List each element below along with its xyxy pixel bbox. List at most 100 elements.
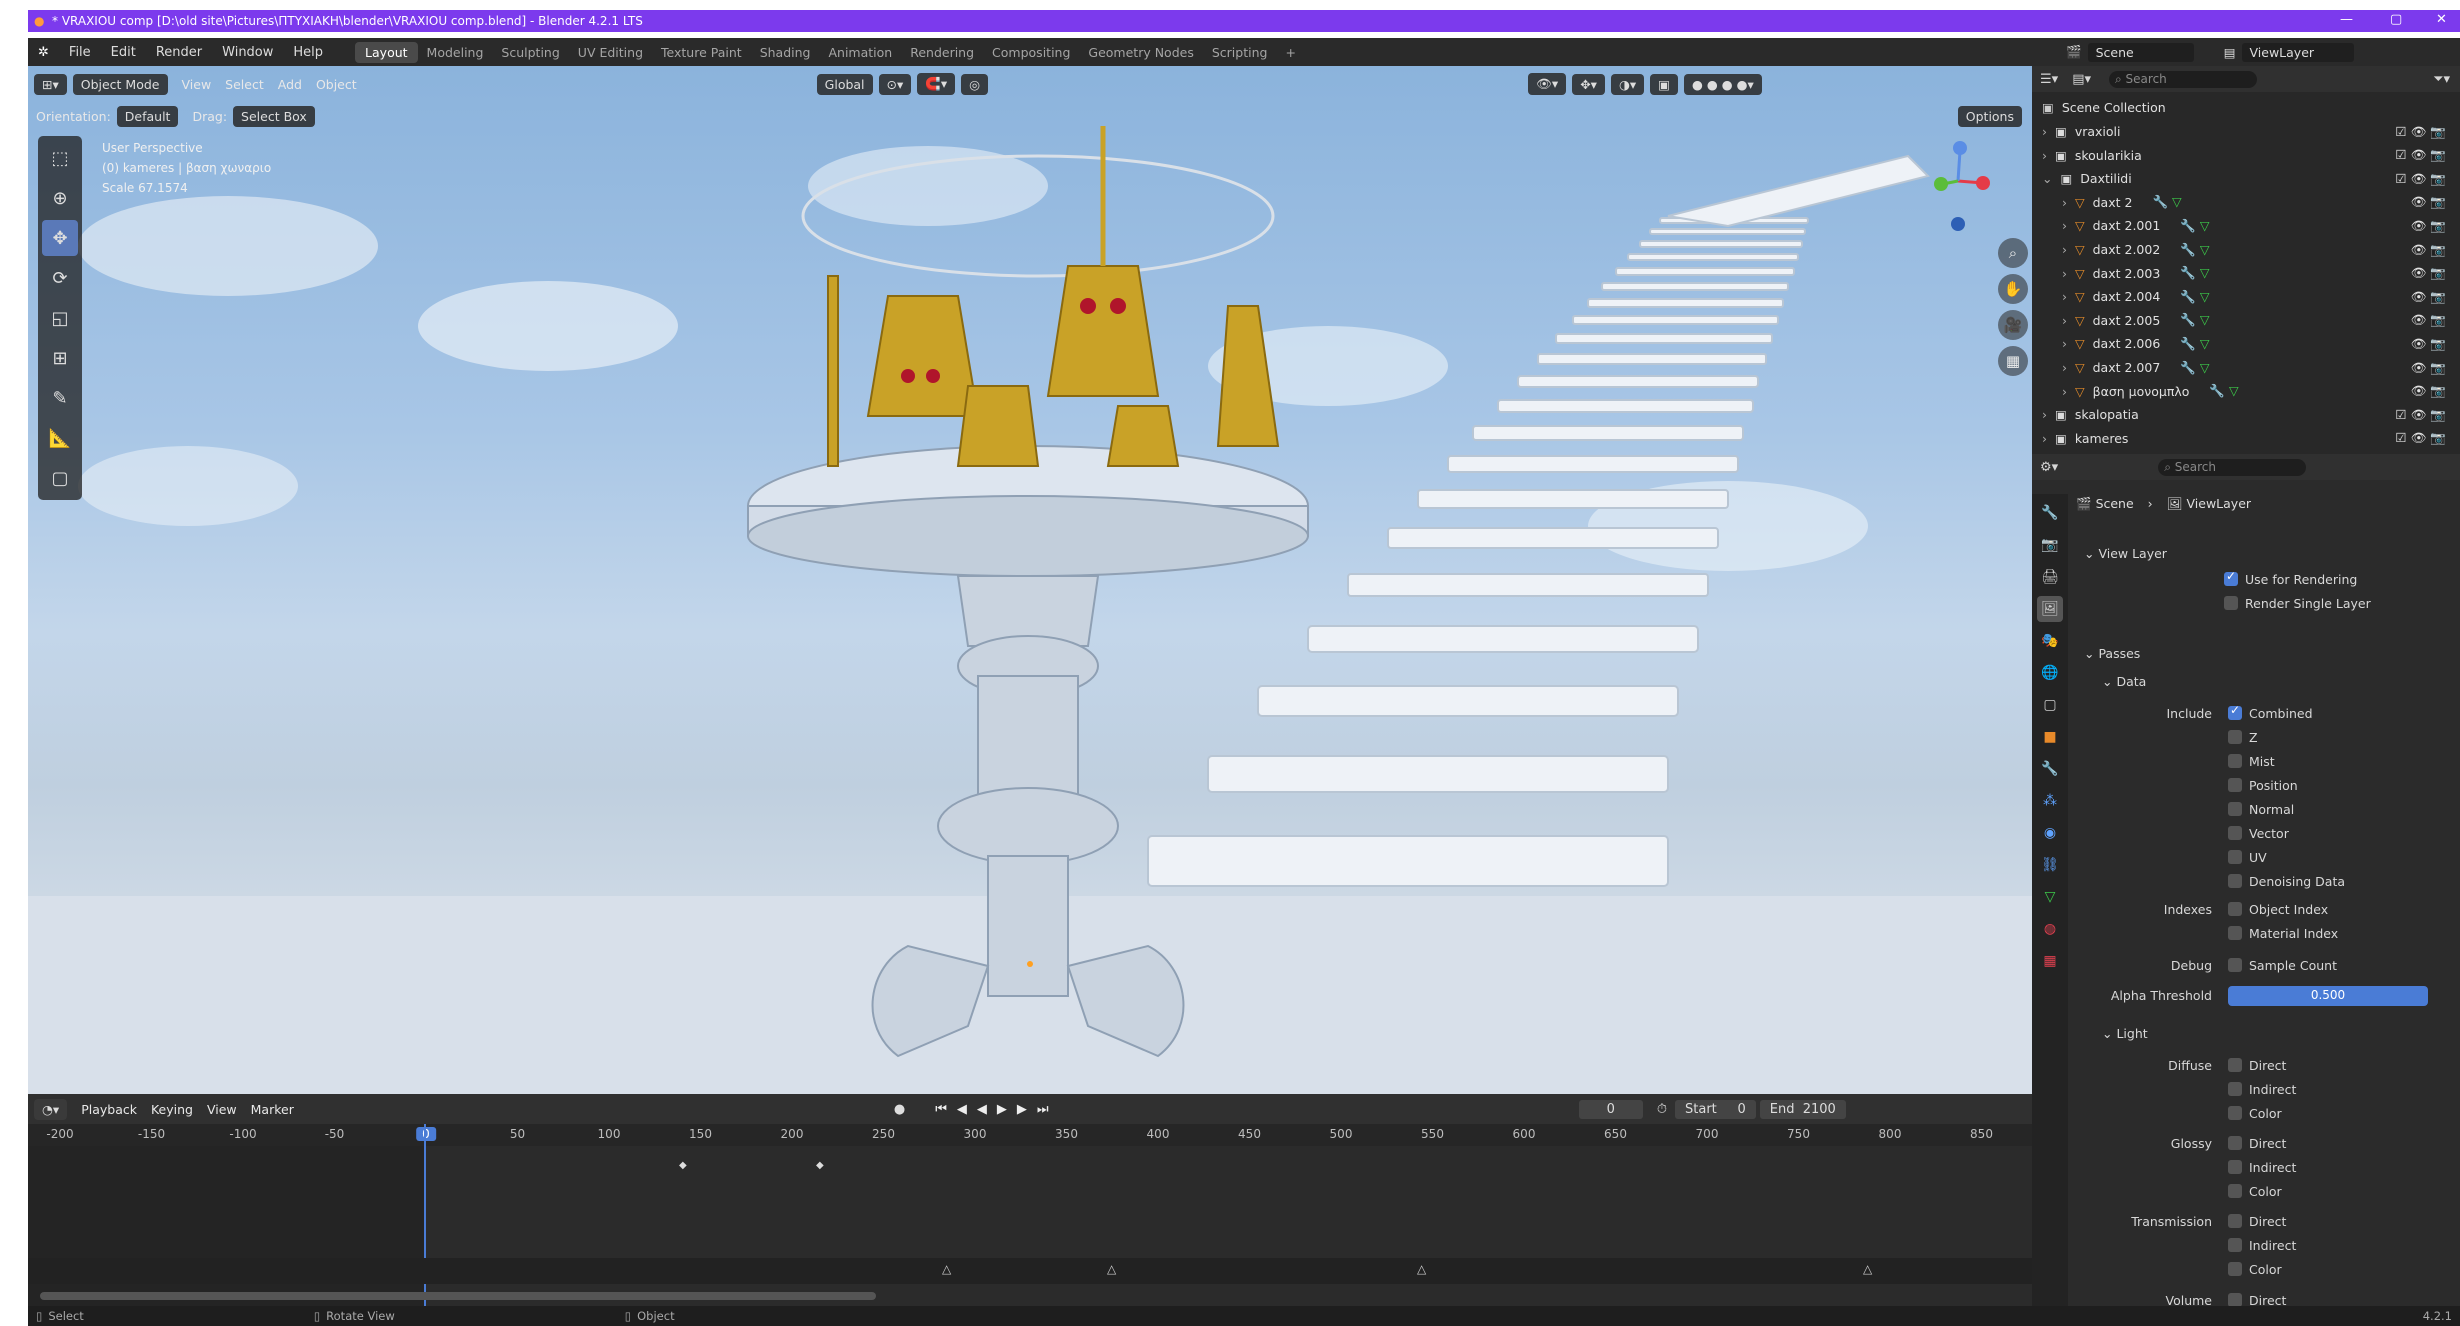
current-frame-field[interactable]: 0 — [1578, 1099, 1643, 1119]
tab-texture-paint[interactable]: Texture Paint — [652, 45, 751, 60]
properties-search-input[interactable]: ⌕ Search — [2158, 458, 2306, 476]
breadcrumb-viewlayer[interactable]: ViewLayer — [2187, 496, 2252, 511]
preview-range-icon[interactable]: ⏱ — [1657, 1102, 1667, 1117]
measure-tool-icon[interactable]: 📐 — [42, 420, 78, 456]
shading-modes-icon[interactable]: ● ● ● ●▾ — [1683, 73, 1762, 95]
end-frame-field[interactable]: End 2100 — [1759, 1099, 1846, 1119]
tab-sculpting[interactable]: Sculpting — [492, 45, 568, 60]
blender-menu-icon[interactable]: ✲ — [28, 45, 59, 60]
menu-window[interactable]: Window — [212, 45, 283, 60]
pan-hand-icon[interactable]: ✋ — [1998, 274, 2028, 304]
visibility-toggles-icon[interactable]: 👁📷 — [2411, 289, 2450, 305]
properties-editor-type-icon[interactable]: ⚙▾ — [2040, 460, 2058, 475]
material-index-checkbox[interactable]: Material Index — [2228, 922, 2338, 944]
timeline-editor[interactable]: ◔▾ Playback Keying View Marker ● ⏮◀◀▶▶⏭ … — [28, 1094, 2032, 1306]
outliner-row[interactable]: › ▽ daxt 2.002 🔧 ▽ 👁📷 — [2032, 238, 2460, 261]
keyframe-marker[interactable]: ◆ — [816, 1160, 824, 1171]
camera-marker-icon[interactable]: △ — [1107, 1262, 1116, 1276]
start-frame-field[interactable]: Start 0 — [1675, 1099, 1756, 1119]
visibility-toggles-icon[interactable]: 👁📷 — [2411, 312, 2450, 328]
visibility-toggles-icon[interactable]: ☑👁📷 — [2395, 124, 2450, 140]
scene-collection-row[interactable]: ▣ Scene Collection — [2032, 96, 2460, 119]
render-single-layer-checkbox[interactable]: Render Single Layer — [2224, 592, 2371, 614]
add-cube-tool-icon[interactable]: ▢ — [42, 460, 78, 496]
data-tab-icon[interactable]: ▽ — [2037, 884, 2063, 910]
snap-icon[interactable]: 🧲▾ — [917, 73, 956, 95]
light-pass-checkbox[interactable]: Indirect — [2228, 1156, 2296, 1178]
outliner-row[interactable]: › ▣ skalopatia ☑👁📷 — [2032, 403, 2460, 426]
expand-arrow-icon[interactable]: › — [2042, 124, 2047, 139]
camera-marker-icon[interactable]: △ — [942, 1262, 951, 1276]
visibility-icon[interactable]: 👁▾ — [1528, 73, 1567, 95]
timeline-scrollbar[interactable] — [40, 1292, 876, 1300]
volume-direct-checkbox[interactable]: Direct — [2228, 1289, 2286, 1306]
scene-tab-icon[interactable]: 🎭 — [2037, 628, 2063, 654]
particles-tab-icon[interactable]: ⁂ — [2037, 788, 2063, 814]
transform-tool-icon[interactable]: ⊞ — [42, 340, 78, 376]
marker-menu[interactable]: Marker — [251, 1102, 294, 1117]
rotate-tool-icon[interactable]: ⟳ — [42, 260, 78, 296]
constraints-tab-icon[interactable]: ⛓ — [2037, 852, 2063, 878]
outliner-editor-type-icon[interactable]: ☰▾ — [2040, 72, 2058, 87]
close-button[interactable]: ✕ — [2436, 12, 2447, 27]
expand-arrow-icon[interactable]: › — [2042, 148, 2047, 163]
expand-arrow-icon[interactable]: › — [2062, 336, 2067, 351]
annotate-tool-icon[interactable]: ✎ — [42, 380, 78, 416]
render-tab-icon[interactable]: 📷 — [2037, 532, 2063, 558]
visibility-toggles-icon[interactable]: 👁📷 — [2411, 194, 2450, 210]
maximize-button[interactable]: ▢ — [2390, 12, 2402, 27]
camera-view-icon[interactable]: 🎥 — [1998, 310, 2028, 340]
keyframe-marker[interactable]: ◆ — [679, 1160, 687, 1171]
tab-shading[interactable]: Shading — [751, 45, 820, 60]
expand-arrow-icon[interactable]: › — [2062, 218, 2067, 233]
outliner-row[interactable]: › ▣ vraxioli ☑👁📷 — [2032, 120, 2460, 143]
add-workspace-button[interactable]: + — [1276, 45, 1304, 60]
include-pass-checkbox[interactable]: UV — [2228, 846, 2267, 868]
tab-layout[interactable]: Layout — [355, 41, 418, 63]
options-dropdown[interactable]: Options — [1957, 106, 2022, 127]
zoom-icon[interactable]: ⌕ — [1998, 238, 2028, 268]
menu-select[interactable]: Select — [225, 77, 264, 92]
visibility-toggles-icon[interactable]: 👁📷 — [2411, 383, 2450, 399]
playback-controls[interactable]: ⏮◀◀▶▶⏭ — [935, 1102, 1058, 1117]
drag-dropdown[interactable]: Select Box — [233, 105, 315, 127]
expand-arrow-icon[interactable]: › — [2062, 266, 2067, 281]
keying-menu[interactable]: Keying — [151, 1102, 193, 1117]
tab-modeling[interactable]: Modeling — [418, 45, 493, 60]
visibility-toggles-icon[interactable]: ☑👁📷 — [2395, 407, 2450, 423]
modifier-tab-icon[interactable]: 🔧 — [2037, 756, 2063, 782]
select-box-tool-icon[interactable]: ⬚ — [42, 140, 78, 176]
outliner-row[interactable]: ⌄ ▣ Daxtilidi ☑👁📷 — [2032, 167, 2460, 190]
visibility-toggles-icon[interactable]: ☑👁📷 — [2395, 430, 2450, 446]
use-for-rendering-checkbox[interactable]: Use for Rendering — [2224, 568, 2357, 590]
visibility-toggles-icon[interactable]: 👁📷 — [2411, 336, 2450, 352]
outliner-search-input[interactable]: ⌕ Search — [2109, 70, 2257, 88]
expand-arrow-icon[interactable]: ⌄ — [2042, 171, 2052, 186]
timeline-editor-type-icon[interactable]: ◔▾ — [34, 1098, 68, 1120]
data-subpanel-header[interactable]: ⌄ Data — [2102, 670, 2146, 692]
view-layer-tab-icon[interactable]: 🖼 — [2037, 596, 2063, 622]
expand-arrow-icon[interactable]: › — [2062, 313, 2067, 328]
playback-menu[interactable]: Playback — [81, 1102, 137, 1117]
scale-tool-icon[interactable]: ◱ — [42, 300, 78, 336]
light-pass-checkbox[interactable]: Direct — [2228, 1054, 2286, 1076]
material-tab-icon[interactable]: ◍ — [2037, 916, 2063, 942]
timeline-keyframe-area[interactable]: ◆ ◆ △ △ △ △ — [28, 1124, 2032, 1306]
light-pass-checkbox[interactable]: Indirect — [2228, 1234, 2296, 1256]
outliner-row[interactable]: › ▽ daxt 2.007 🔧 ▽ 👁📷 — [2032, 356, 2460, 379]
tab-scripting[interactable]: Scripting — [1203, 45, 1277, 60]
filter-icon[interactable]: ⏷▾ — [2433, 72, 2450, 87]
tab-uv-editing[interactable]: UV Editing — [569, 45, 652, 60]
scene-field[interactable]: Scene — [2087, 42, 2194, 62]
tab-compositing[interactable]: Compositing — [983, 45, 1079, 60]
camera-marker-icon[interactable]: △ — [1863, 1262, 1872, 1276]
overlay-icon[interactable]: ◑▾ — [1610, 73, 1645, 95]
outliner-row[interactable]: › ▣ kameres ☑👁📷 — [2032, 427, 2460, 450]
xray-icon[interactable]: ▣ — [1650, 73, 1678, 95]
light-pass-checkbox[interactable]: Color — [2228, 1102, 2282, 1124]
visibility-toggles-icon[interactable]: 👁📷 — [2411, 360, 2450, 376]
expand-arrow-icon[interactable]: › — [2062, 384, 2067, 399]
object-index-checkbox[interactable]: Object Index — [2228, 898, 2328, 920]
output-tab-icon[interactable]: 🖨 — [2037, 564, 2063, 590]
3d-viewport[interactable]: ⊞▾ Object Mode View Select Add Object Gl… — [28, 66, 2032, 1094]
